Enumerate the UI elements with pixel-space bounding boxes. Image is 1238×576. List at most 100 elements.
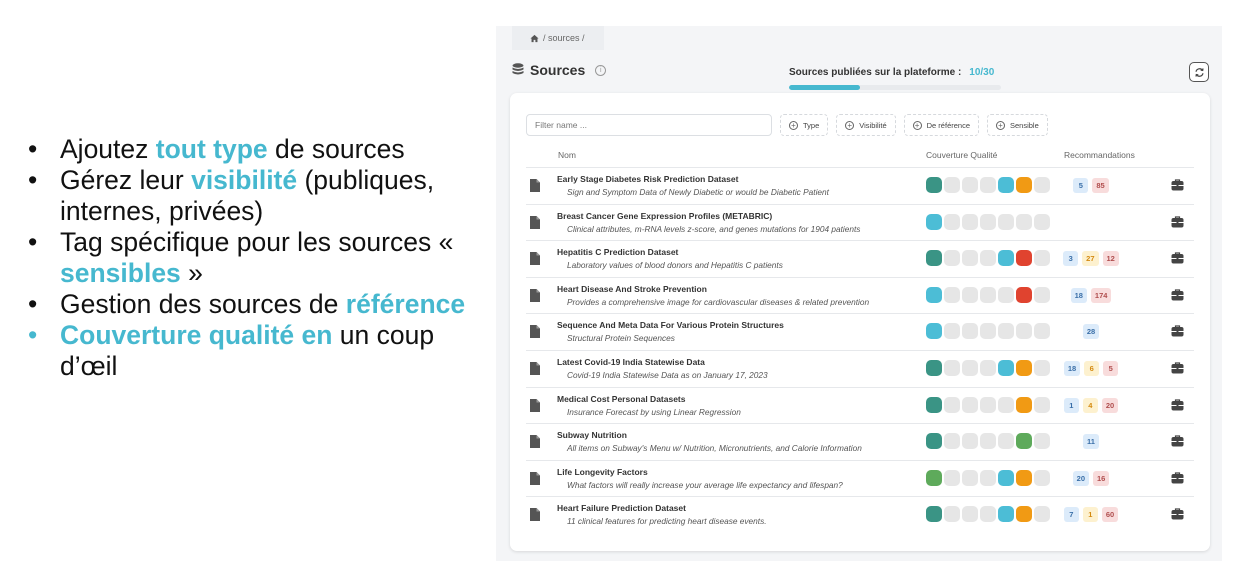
recommendation-badge-info[interactable]: 5 — [1073, 178, 1089, 193]
info-icon[interactable]: i — [595, 64, 607, 76]
coverage-square-empty[interactable] — [1034, 177, 1050, 193]
coverage-square-empty[interactable] — [944, 469, 960, 486]
briefcase-icon[interactable] — [1171, 325, 1184, 337]
table-row[interactable]: Life Longevity Factors What factors will … — [526, 461, 1194, 498]
breadcrumb-path[interactable]: / sources / — [543, 33, 585, 43]
briefcase-icon[interactable] — [1171, 398, 1184, 411]
coverage-square-teal[interactable] — [926, 396, 942, 413]
table-row[interactable]: Sequence And Meta Data For Various Prote… — [526, 314, 1194, 351]
coverage-square-empty[interactable] — [980, 323, 996, 340]
coverage-square-empty[interactable] — [980, 213, 996, 230]
coverage-square-red[interactable] — [1016, 250, 1032, 267]
coverage-square-empty[interactable] — [1034, 506, 1050, 523]
table-row[interactable]: Latest Covid-19 India Statewise Data Covi… — [526, 351, 1194, 388]
coverage-square-empty[interactable] — [944, 433, 960, 450]
coverage-square-empty[interactable] — [1034, 359, 1050, 376]
coverage-square-empty[interactable] — [944, 213, 960, 230]
coverage-square-empty[interactable] — [1034, 286, 1050, 303]
coverage-square-teal[interactable] — [926, 177, 942, 193]
coverage-square-empty[interactable] — [980, 469, 996, 486]
coverage-square-teal[interactable] — [926, 359, 942, 376]
coverage-square-blue[interactable] — [998, 250, 1014, 267]
table-row[interactable]: Subway Nutrition All items on Subway's Me… — [526, 424, 1194, 461]
coverage-square-empty[interactable] — [998, 433, 1014, 450]
coverage-square-orange[interactable] — [1016, 506, 1032, 523]
recommendation-badge-warn[interactable]: 27 — [1082, 251, 1099, 267]
coverage-square-blue[interactable] — [998, 177, 1014, 193]
coverage-square-empty[interactable] — [998, 323, 1014, 340]
coverage-square-blue[interactable] — [998, 469, 1014, 486]
table-row[interactable]: Heart Failure Prediction Dataset 11 clini… — [526, 497, 1194, 534]
recommendation-badge-info[interactable]: 3 — [1063, 251, 1079, 267]
recommendation-badge-danger[interactable]: 5 — [1103, 360, 1119, 376]
coverage-square-empty[interactable] — [1034, 250, 1050, 267]
coverage-square-empty[interactable] — [980, 359, 996, 376]
filter-reference-button[interactable]: + De référence — [903, 114, 979, 136]
coverage-square-teal[interactable] — [926, 506, 942, 523]
recommendation-badge-warn[interactable]: 6 — [1084, 360, 1100, 376]
filter-name-input[interactable] — [526, 114, 772, 136]
source-name[interactable]: Latest Covid-19 India Statewise Data — [557, 357, 705, 367]
briefcase-icon[interactable] — [1171, 215, 1184, 228]
recommendation-badge-danger[interactable]: 20 — [1101, 397, 1119, 413]
coverage-square-empty[interactable] — [944, 323, 960, 340]
coverage-square-empty[interactable] — [998, 213, 1014, 230]
briefcase-icon[interactable] — [1171, 289, 1184, 301]
table-row[interactable]: Heart Disease And Stroke Prevention Provi… — [526, 278, 1194, 315]
recommendation-badge-danger[interactable]: 60 — [1101, 507, 1119, 523]
table-row[interactable]: Hepatitis C Prediction Dataset Laboratory… — [526, 241, 1194, 278]
coverage-square-empty[interactable] — [980, 433, 996, 450]
filter-sensitive-button[interactable]: + Sensible — [987, 114, 1048, 136]
source-name[interactable]: Breast Cancer Gene Expression Profiles (… — [557, 211, 772, 221]
source-name[interactable]: Heart Failure Prediction Dataset — [557, 503, 686, 513]
coverage-square-teal[interactable] — [926, 433, 942, 450]
coverage-square-empty[interactable] — [962, 250, 978, 267]
coverage-square-empty[interactable] — [944, 359, 960, 376]
coverage-square-red[interactable] — [1016, 286, 1032, 303]
coverage-square-empty[interactable] — [962, 213, 978, 230]
table-row[interactable]: Breast Cancer Gene Expression Profiles (… — [526, 205, 1194, 242]
recommendation-badge-info[interactable]: 28 — [1082, 324, 1100, 340]
recommendation-badge-warn[interactable]: 1 — [1082, 507, 1098, 523]
coverage-square-empty[interactable] — [944, 286, 960, 303]
coverage-square-blue[interactable] — [926, 286, 942, 303]
briefcase-icon[interactable] — [1171, 435, 1184, 447]
coverage-square-empty[interactable] — [980, 177, 996, 193]
coverage-square-blue[interactable] — [926, 323, 942, 340]
source-name[interactable]: Early Stage Diabetes Risk Prediction Dat… — [557, 174, 738, 184]
home-icon[interactable] — [530, 34, 539, 43]
column-header-coverage[interactable]: Couverture Qualité — [926, 150, 997, 160]
recommendation-badge-danger[interactable]: 174 — [1090, 287, 1112, 303]
coverage-square-blue[interactable] — [998, 506, 1014, 523]
coverage-square-orange[interactable] — [1016, 359, 1032, 376]
coverage-square-empty[interactable] — [1034, 323, 1050, 340]
coverage-square-empty[interactable] — [962, 433, 978, 450]
coverage-square-green[interactable] — [1016, 433, 1032, 450]
recommendation-badge-info[interactable]: 1 — [1063, 397, 1079, 413]
coverage-square-empty[interactable] — [980, 286, 996, 303]
recommendation-badge-info[interactable]: 18 — [1063, 360, 1081, 376]
coverage-square-empty[interactable] — [1034, 213, 1050, 230]
coverage-square-orange[interactable] — [1016, 177, 1032, 193]
coverage-square-empty[interactable] — [1016, 213, 1032, 230]
coverage-square-empty[interactable] — [962, 177, 978, 193]
recommendation-badge-danger[interactable]: 16 — [1093, 470, 1110, 486]
briefcase-icon[interactable] — [1171, 179, 1184, 191]
source-name[interactable]: Medical Cost Personal Datasets — [557, 394, 686, 404]
coverage-square-green[interactable] — [926, 469, 942, 486]
coverage-square-empty[interactable] — [962, 469, 978, 486]
coverage-square-empty[interactable] — [1016, 323, 1032, 340]
coverage-square-empty[interactable] — [998, 396, 1014, 413]
coverage-square-teal[interactable] — [926, 250, 942, 267]
coverage-square-blue[interactable] — [926, 213, 942, 230]
filter-visibility-button[interactable]: + Visibilité — [836, 114, 896, 136]
coverage-square-empty[interactable] — [980, 396, 996, 413]
briefcase-icon[interactable] — [1171, 508, 1184, 520]
coverage-square-orange[interactable] — [1016, 469, 1032, 486]
recommendation-badge-warn[interactable]: 4 — [1082, 397, 1098, 413]
coverage-square-empty[interactable] — [962, 506, 978, 523]
coverage-square-empty[interactable] — [998, 286, 1014, 303]
coverage-square-empty[interactable] — [962, 396, 978, 413]
coverage-square-empty[interactable] — [980, 250, 996, 267]
recommendation-badge-danger[interactable]: 85 — [1092, 178, 1109, 193]
